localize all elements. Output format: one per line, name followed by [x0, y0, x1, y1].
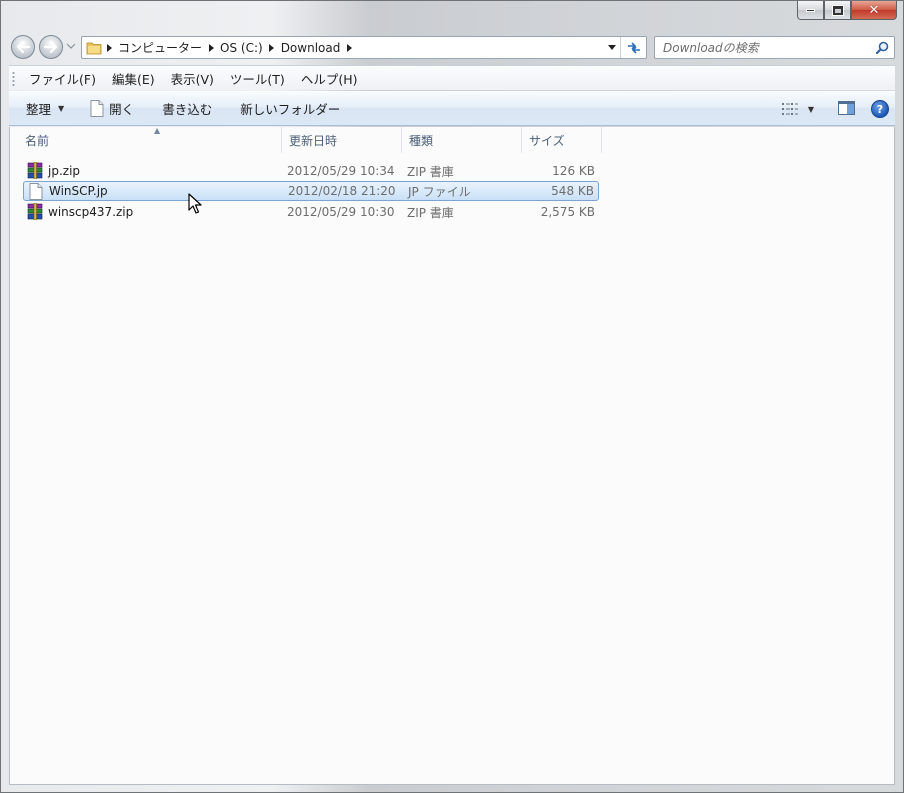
winrar-archive-icon [27, 203, 43, 220]
preview-pane-button[interactable] [832, 100, 861, 118]
details-view-icon [781, 103, 798, 115]
breadcrumb-separator[interactable] [204, 43, 218, 52]
blank-file-icon [29, 183, 43, 200]
recent-pages-chevron-icon[interactable] [66, 41, 76, 51]
minimize-button[interactable] [797, 1, 824, 20]
sort-ascending-icon: ▲ [154, 126, 161, 135]
organize-label: 整理 [26, 102, 52, 117]
refresh-button[interactable] [620, 37, 646, 58]
back-arrow-icon [16, 41, 30, 53]
menu-edit[interactable]: 編集(E) [104, 67, 163, 90]
breadcrumb-separator[interactable] [102, 43, 116, 52]
breadcrumb-computer[interactable]: コンピューター [116, 39, 204, 56]
search-input[interactable] [655, 37, 872, 58]
folder-icon [86, 42, 102, 54]
file-size: 548 KB [551, 184, 594, 198]
file-date: 2012/02/18 21:20 [288, 184, 396, 198]
forward-button[interactable] [39, 35, 63, 59]
chevron-down-icon: ▼ [807, 104, 814, 114]
change-view-button[interactable]: ▼ [776, 103, 820, 115]
file-type: ZIP 書庫 [407, 164, 454, 179]
file-row[interactable]: winscp437.zip 2012/05/29 10:30 ZIP 書庫 2,… [23, 202, 599, 222]
file-size: 126 KB [552, 164, 595, 178]
menu-bar: ファイル(F) 編集(E) 表示(V) ツール(T) ヘルプ(H) [9, 65, 895, 90]
file-size: 2,575 KB [540, 205, 595, 219]
column-header-date[interactable]: 更新日時 [282, 127, 402, 153]
file-date: 2012/05/29 10:30 [287, 205, 395, 219]
column-header-date-label: 更新日時 [289, 133, 338, 148]
help-icon: ? [876, 102, 884, 116]
menu-file[interactable]: ファイル(F) [21, 67, 104, 90]
document-icon [90, 100, 104, 117]
column-header-type[interactable]: 種類 [402, 127, 522, 153]
column-headers: 名前 ▲ 更新日時 種類 サイズ [10, 126, 602, 153]
open-label: 開く [109, 102, 135, 117]
help-button[interactable]: ? [871, 100, 889, 118]
breadcrumb-drive[interactable]: OS (C:) [218, 41, 265, 55]
file-name: winscp437.zip [48, 205, 134, 219]
back-button[interactable] [11, 35, 35, 59]
view-controls: ▼ ? [776, 96, 889, 122]
winrar-archive-icon [27, 162, 43, 179]
menu-tools[interactable]: ツール(T) [222, 67, 293, 90]
breadcrumb-separator[interactable] [342, 43, 356, 52]
menu-view[interactable]: 表示(V) [163, 67, 222, 90]
file-row[interactable]: jp.zip 2012/05/29 10:34 ZIP 書庫 126 KB [23, 161, 599, 181]
navigation-bar: コンピューター OS (C:) Download [9, 32, 895, 62]
search-box[interactable] [654, 36, 895, 59]
burn-label: 書き込む [162, 102, 213, 117]
organize-button[interactable]: 整理 ▼ [18, 96, 72, 122]
column-header-size[interactable]: サイズ [522, 127, 602, 153]
address-bar[interactable]: コンピューター OS (C:) Download [81, 36, 647, 59]
preview-pane-icon [838, 100, 855, 115]
mouse-pointer-icon [188, 193, 202, 214]
column-header-name-label: 名前 [25, 133, 50, 148]
file-row-selected[interactable]: WinSCP.jp 2012/02/18 21:20 JP ファイル 548 K… [23, 181, 599, 201]
caption-buttons: ✕ [797, 1, 897, 21]
column-header-size-label: サイズ [529, 133, 565, 148]
file-type: JP ファイル [408, 184, 471, 199]
column-header-name[interactable]: 名前 ▲ [18, 126, 282, 153]
forward-arrow-icon [44, 41, 58, 53]
command-bar: 整理 ▼ 開く 書き込む 新しいフォルダー ▼ ? [9, 91, 895, 126]
burn-button[interactable]: 書き込む [154, 96, 220, 122]
maximize-icon [831, 4, 844, 16]
column-header-type-label: 種類 [409, 133, 434, 148]
file-list-pane[interactable]: 名前 ▲ 更新日時 種類 サイズ jp.zip 2012/05/29 10:34… [9, 126, 895, 785]
open-button[interactable]: 開く [82, 96, 142, 122]
refresh-icon [627, 41, 640, 54]
file-name: jp.zip [48, 164, 81, 178]
explorer-window: ✕ コンピューター OS (C:) Download Downloadの検索 フ… [0, 0, 904, 793]
maximize-button[interactable] [824, 1, 851, 20]
new-folder-button[interactable]: 新しいフォルダー [232, 96, 348, 122]
close-button[interactable]: ✕ [851, 1, 897, 20]
chevron-down-icon: ▼ [58, 104, 65, 113]
file-date: 2012/05/29 10:34 [287, 164, 395, 178]
menu-help[interactable]: ヘルプ(H) [293, 67, 366, 90]
close-icon: ✕ [868, 2, 880, 18]
search-icon[interactable] [872, 38, 892, 58]
address-dropdown-icon[interactable] [608, 45, 616, 50]
breadcrumb-separator[interactable] [265, 43, 279, 52]
breadcrumb-download[interactable]: Download [279, 41, 343, 55]
minimize-icon [806, 8, 815, 12]
new-folder-label: 新しいフォルダー [240, 102, 341, 117]
file-type: ZIP 書庫 [407, 205, 454, 220]
file-name: WinSCP.jp [49, 184, 108, 198]
menu-grip [12, 71, 15, 86]
